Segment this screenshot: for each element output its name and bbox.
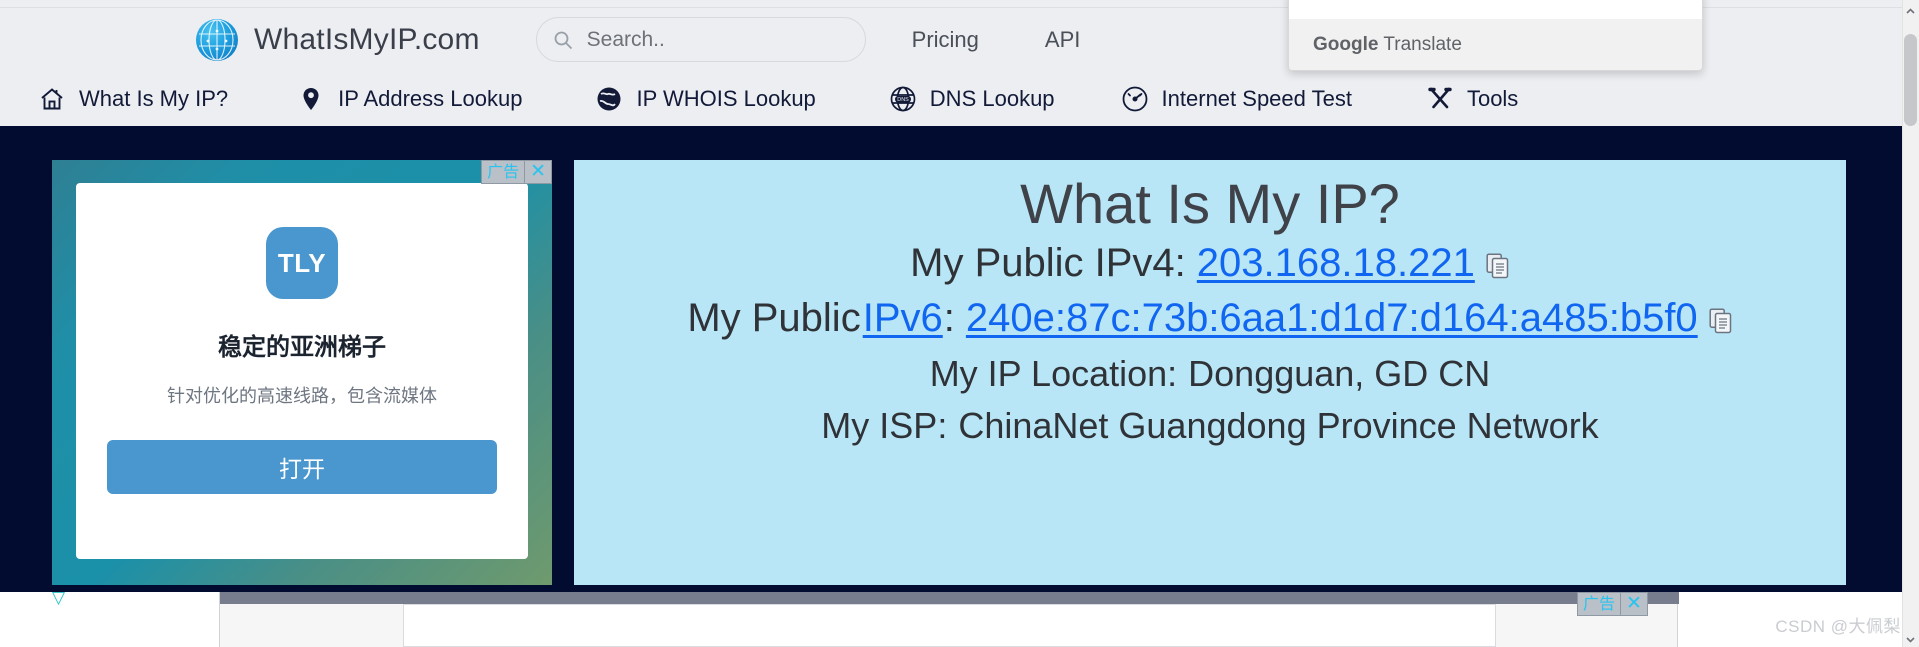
nav-label: IP Address Lookup bbox=[338, 85, 523, 111]
page-scrollbar[interactable] bbox=[1902, 0, 1919, 647]
translate-brand-bold: Google bbox=[1313, 34, 1379, 55]
page-title: What Is My IP? bbox=[1020, 172, 1400, 235]
ipv4-label: My Public IPv4: bbox=[910, 241, 1186, 286]
globe-icon bbox=[595, 85, 623, 113]
ad-subtext: 针对优化的高速线路，包含流媒体 bbox=[167, 386, 437, 406]
page-root: WhatIsMyIP.com Pricing API What Is My IP… bbox=[0, 0, 1919, 647]
sidebar-item-internet-speed-test[interactable]: Internet Speed Test bbox=[1121, 85, 1352, 113]
close-icon[interactable]: ✕ bbox=[1621, 592, 1648, 616]
ad-open-button[interactable]: 打开 bbox=[107, 440, 497, 494]
nav-pricing[interactable]: Pricing bbox=[912, 27, 979, 53]
speedometer-icon bbox=[1121, 85, 1149, 113]
tools-icon bbox=[1426, 85, 1454, 113]
search-icon bbox=[553, 30, 573, 50]
ipv6-row: My Public IPv6 : 240e:87c:73b:6aa1:d1d7:… bbox=[687, 296, 1732, 341]
ip-location-row: My IP Location: Dongguan, GD CN bbox=[930, 353, 1491, 395]
bottom-ad-content bbox=[403, 604, 1496, 647]
copy-icon[interactable] bbox=[1486, 244, 1510, 279]
globe-network-icon bbox=[196, 18, 238, 61]
nav-label: DNS Lookup bbox=[929, 85, 1055, 111]
translate-popup-body: Google Translate bbox=[1289, 19, 1702, 70]
site-brand[interactable]: WhatIsMyIP.com bbox=[196, 18, 480, 61]
home-icon bbox=[38, 85, 66, 113]
svg-text:DNS: DNS bbox=[897, 97, 909, 103]
ipv6-label-colon: : bbox=[943, 296, 955, 341]
ad-label-badge: 广告 bbox=[481, 160, 526, 184]
bottom-advertisement[interactable]: 广告 ✕ bbox=[219, 592, 1679, 647]
isp-row: My ISP: ChinaNet Guangdong Province Netw… bbox=[821, 405, 1598, 447]
dns-globe-icon: DNS bbox=[889, 85, 917, 113]
scroll-down-icon[interactable] bbox=[1905, 632, 1916, 643]
nav-label: IP WHOIS Lookup bbox=[636, 85, 816, 111]
ipv6-value-link[interactable]: 240e:87c:73b:6aa1:d1d7:d164:a485:b5f0 bbox=[966, 296, 1698, 341]
google-translate-popup[interactable]: Google Translate bbox=[1288, 0, 1703, 71]
ad-label-badge: 广告 bbox=[1577, 592, 1622, 616]
nav-api[interactable]: API bbox=[1045, 27, 1080, 53]
brand-name: WhatIsMyIP.com bbox=[254, 22, 480, 56]
ad-corner-marker: ▽ bbox=[52, 588, 66, 607]
ip-location-value: Dongguan, GD CN bbox=[1188, 353, 1491, 395]
watermark: CSDN @大佩梨 bbox=[1775, 617, 1901, 636]
nav-label: Internet Speed Test bbox=[1161, 85, 1352, 111]
ipv6-label-prefix: My Public bbox=[687, 296, 861, 341]
bottom-ad-topbar bbox=[220, 592, 1679, 604]
ad-headline: 稳定的亚洲梯子 bbox=[218, 334, 386, 361]
copy-icon[interactable] bbox=[1709, 299, 1733, 334]
sidebar-item-what-is-my-ip[interactable]: What Is My IP? bbox=[38, 85, 228, 113]
sidebar-item-ip-whois-lookup[interactable]: IP WHOIS Lookup bbox=[595, 85, 816, 113]
bottom-ad-badge-group: 广告 ✕ bbox=[1577, 592, 1648, 616]
sidebar-item-tools[interactable]: Tools bbox=[1426, 85, 1518, 113]
isp-label: My ISP: bbox=[821, 405, 948, 447]
sidebar-item-ip-address-lookup[interactable]: IP Address Lookup bbox=[297, 85, 522, 113]
ipv4-row: My Public IPv4: 203.168.18.221 bbox=[910, 241, 1510, 286]
translate-brand-rest: Translate bbox=[1378, 34, 1462, 55]
sidebar-item-dns-lookup[interactable]: DNS DNS Lookup bbox=[889, 85, 1055, 113]
map-pin-icon bbox=[297, 85, 325, 113]
close-icon[interactable]: ✕ bbox=[525, 160, 552, 184]
translate-tabstrip bbox=[1289, 0, 1702, 19]
ipv4-value-link[interactable]: 203.168.18.221 bbox=[1197, 241, 1475, 286]
tly-logo-icon: TLY bbox=[266, 227, 338, 299]
isp-value: ChinaNet Guangdong Province Network bbox=[958, 405, 1599, 447]
scroll-up-icon[interactable] bbox=[1905, 4, 1916, 15]
search-box[interactable] bbox=[535, 17, 866, 62]
main-navigation: What Is My IP? IP Address Lookup IP WHOI… bbox=[0, 71, 1919, 126]
left-advertisement[interactable]: 广告 ✕ TLY 稳定的亚洲梯子 针对优化的高速线路，包含流媒体 打开 bbox=[52, 160, 552, 585]
search-input[interactable] bbox=[586, 27, 849, 52]
ad-card: TLY 稳定的亚洲梯子 针对优化的高速线路，包含流媒体 打开 bbox=[76, 183, 528, 559]
nav-label: Tools bbox=[1466, 85, 1519, 111]
ipv6-label-link[interactable]: IPv6 bbox=[863, 296, 943, 341]
ip-location-label: My IP Location: bbox=[929, 353, 1178, 395]
nav-label: What Is My IP? bbox=[79, 85, 229, 111]
ad-badge-group: 广告 ✕ bbox=[481, 160, 552, 184]
scroll-thumb[interactable] bbox=[1904, 34, 1917, 126]
translate-brand-label: Google Translate bbox=[1313, 34, 1462, 56]
ip-info-panel: What Is My IP? My Public IPv4: 203.168.1… bbox=[574, 160, 1846, 585]
